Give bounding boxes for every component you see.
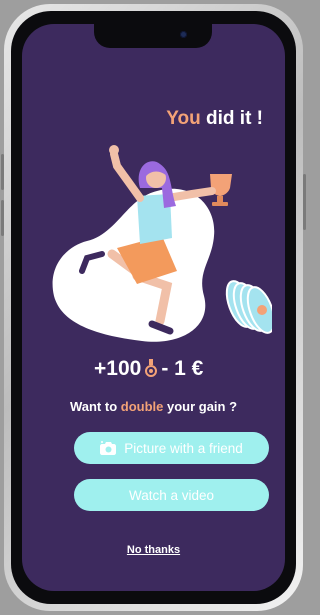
cost-amount: - 1 € — [161, 357, 204, 380]
points-gain: +100 — [94, 357, 142, 380]
volume-button — [1, 154, 4, 190]
reward-summary: +100 - 1 € — [94, 354, 203, 384]
prompt-after: your gain ? — [163, 399, 238, 414]
camera-icon — [100, 441, 117, 455]
volume-button — [1, 200, 4, 236]
prompt-highlight: double — [120, 399, 164, 414]
notch — [94, 24, 212, 48]
picture-button-label: Picture with a friend — [124, 440, 243, 456]
no-thanks-link[interactable]: No thanks — [22, 544, 285, 556]
prompt-before: Want to — [69, 399, 121, 414]
front-camera-icon — [180, 31, 187, 38]
phone-frame: You did it ! +100 - 1 € Want to double y… — [1, 4, 306, 611]
medal-icon — [145, 359, 158, 377]
page-title: You did it ! — [166, 108, 263, 130]
power-button — [303, 174, 306, 230]
video-button-label: Watch a video — [128, 487, 215, 503]
title-accent: You — [166, 108, 201, 129]
picture-with-friend-button[interactable]: Picture with a friend — [74, 432, 269, 464]
coin-stack-icon — [225, 280, 272, 334]
celebration-illustration — [52, 145, 272, 342]
double-gain-prompt: Want to double your gain ? — [22, 399, 285, 414]
phone-bezel: You did it ! +100 - 1 € Want to double y… — [11, 11, 296, 604]
app-screen: You did it ! +100 - 1 € Want to double y… — [22, 24, 285, 591]
title-rest: did it ! — [206, 108, 263, 129]
watch-video-button[interactable]: Watch a video — [74, 479, 269, 511]
